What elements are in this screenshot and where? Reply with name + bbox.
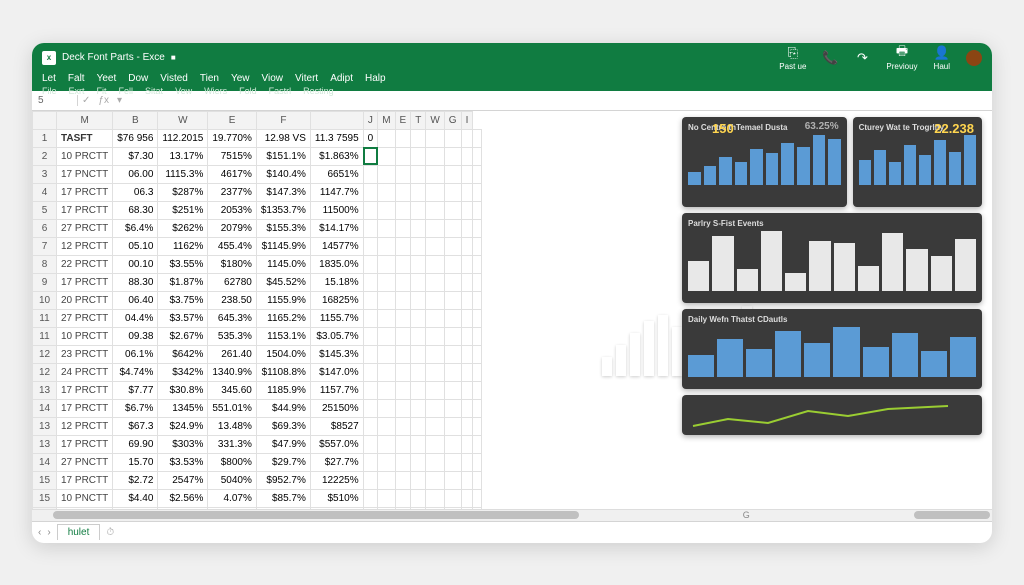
table-row: 1127 PRCTT04.4%$3.57%645.3%1165.2%1155.7… [33, 309, 482, 327]
app-icon: x [42, 51, 56, 65]
col-header[interactable] [33, 111, 57, 129]
titlebar: x Deck Font Parts - Exce ■ ⎘Past ue📞↷🖶Pr… [32, 43, 992, 91]
line-chart-icon [688, 401, 976, 431]
table-row: 1312 PRCTT$67.3$24.9%13.48%$69.3%$8527 [33, 417, 482, 435]
row-header[interactable]: 10 [33, 291, 57, 309]
sheet-tabs: ‹ › hulet ⏱ [32, 521, 992, 543]
col-header[interactable]: B [113, 111, 158, 129]
row-header[interactable]: 14 [33, 453, 57, 471]
row-header[interactable]: 9 [33, 273, 57, 291]
table-row: 1510 PNCTT$4.40$2.56%4.07%$85.7%$510% [33, 489, 482, 507]
col-header[interactable]: W [158, 111, 208, 129]
table-row: 712 PRCTT05.101162%455.4%$1145.9%14577% [33, 237, 482, 255]
table-row: 627 PRCTT$6.4%$262%2079%$155.3%$14.17% [33, 219, 482, 237]
table-row: 822 PRCTT00.10$3.55%$180%1145.0%1835.0% [33, 255, 482, 273]
table-row: 417 PRCTT06.3$287%2377%$147.3%1147.7% [33, 183, 482, 201]
chart-4[interactable]: Daily Wefn Thatst CDautls [682, 309, 982, 389]
menu-dow[interactable]: Dow [128, 73, 148, 84]
table-row: 1417 PRCTT$6.7%1345%551.01%$44.9%25150% [33, 399, 482, 417]
col-header[interactable]: M [57, 111, 113, 129]
name-box[interactable]: 5 [38, 95, 78, 106]
row-header[interactable]: 8 [33, 255, 57, 273]
sheet-nav-prev[interactable]: ‹ [38, 527, 41, 538]
row-header[interactable]: 12 [33, 363, 57, 381]
excel-window: x Deck Font Parts - Exce ■ ⎘Past ue📞↷🖶Pr… [32, 43, 992, 543]
row-header[interactable]: 2 [33, 147, 57, 165]
row-header[interactable]: 3 [33, 165, 57, 183]
row-header[interactable]: 13 [33, 417, 57, 435]
menu-adipt[interactable]: Adipt [330, 73, 353, 84]
col-header[interactable] [310, 111, 363, 129]
table-row: 1224 PRCTT$4.74%$342%1340.9%$1108.8%$147… [33, 363, 482, 381]
titlebar-action-1[interactable]: 📞 [822, 50, 838, 66]
row-header[interactable]: 11 [33, 327, 57, 345]
titlebar-action-4[interactable]: 👤Haul [934, 45, 950, 71]
row-header[interactable]: 1 [33, 129, 57, 147]
col-header[interactable]: W [426, 111, 444, 129]
table-row: 1427 PNCTT15.70$3.53%$800%$29.7%$27.7% [33, 453, 482, 471]
table-row: 1110 PRCTT09.38$2.67%535.3%1153.1%$3.05.… [33, 327, 482, 345]
document-title: Deck Font Parts - Exce [62, 52, 165, 63]
chart-panel: No Centre thTemael Dusta 150 63.25% Ctur… [682, 117, 982, 435]
user-avatar[interactable] [966, 50, 982, 66]
chart-3[interactable]: Parlry S-Fist Events [682, 213, 982, 303]
row-header[interactable]: 15 [33, 489, 57, 507]
row-header[interactable]: 7 [33, 237, 57, 255]
table-row: 1020 PRCTT06.40$3.75%238.501155.9%16825% [33, 291, 482, 309]
table-row: 1TASFT$76 956112.201519.770%12.98 VS11.3… [33, 129, 482, 147]
chart-2[interactable]: Cturey Wat te Trogrlity 22.238 [853, 117, 982, 207]
menu-yeet[interactable]: Yeet [97, 73, 117, 84]
table-row: 1223 PRCTT06.1%$642%261.401504.0%$145.3% [33, 345, 482, 363]
row-header[interactable]: 14 [33, 399, 57, 417]
row-header[interactable]: 15 [33, 471, 57, 489]
table-row: 210 PRCTT$7.3013.17%7515%$151.1%$1.863% [33, 147, 482, 165]
col-header[interactable]: E [208, 111, 256, 129]
menu-let[interactable]: Let [42, 73, 56, 84]
row-header[interactable]: 12 [33, 345, 57, 363]
formula-bar: 5 ✓ƒx▾ [32, 91, 992, 111]
workspace: MBWEFJMETWGI1TASFT$76 956112.201519.770%… [32, 111, 992, 509]
chart-5[interactable] [682, 395, 982, 435]
sheet-nav-next[interactable]: › [47, 527, 50, 538]
menu-halp[interactable]: Halp [365, 73, 386, 84]
table-row: 317 PNCTT06.001115.3%4617%$140.4%6651% [33, 165, 482, 183]
table-row: 1327 PNCTT$9.50$247%$71.4%$60.7%$4553% [33, 507, 482, 509]
row-header[interactable]: 13 [33, 381, 57, 399]
row-header[interactable]: 6 [33, 219, 57, 237]
menu-viow[interactable]: Viow [262, 73, 284, 84]
row-header[interactable]: 4 [33, 183, 57, 201]
table-row: 1317 PRCTT69.90$303%331.3%$47.9%$557.0% [33, 435, 482, 453]
titlebar-action-2[interactable]: ↷ [854, 50, 870, 66]
col-header[interactable]: G [444, 111, 461, 129]
sheet-tab-active[interactable]: hulet [57, 524, 101, 540]
row-header[interactable]: 13 [33, 435, 57, 453]
menu-vitert[interactable]: Vitert [295, 73, 318, 84]
col-header[interactable]: F [256, 111, 310, 129]
table-row: 517 PRCTT68.30$251%2053%$1353.7%11500% [33, 201, 482, 219]
titlebar-action-3[interactable]: 🖶Previouy [886, 45, 917, 71]
row-header[interactable]: 11 [33, 309, 57, 327]
col-header[interactable]: T [411, 111, 426, 129]
menu-bar-1: Let Falt Yeet Dow Visted Tien Yew Viow Vitert Adi… [42, 73, 982, 84]
table-row: 1317 PRCTT$7.77$30.8%345.601185.9%1157.7… [33, 381, 482, 399]
titlebar-action-0[interactable]: ⎘Past ue [779, 45, 806, 71]
horizontal-scrollbar[interactable]: G [32, 509, 992, 521]
col-header[interactable]: I [461, 111, 473, 129]
row-header[interactable]: 13 [33, 507, 57, 509]
table-row: 1517 PRCTT$2.722547%5040%$952.7%12225% [33, 471, 482, 489]
menu-falt[interactable]: Falt [68, 73, 85, 84]
col-header[interactable]: J [363, 111, 378, 129]
menu-tien[interactable]: Tien [200, 73, 219, 84]
row-header[interactable]: 5 [33, 201, 57, 219]
table-row: 917 PRCTT88.30$1.87%62780$45.52%15.18% [33, 273, 482, 291]
menu-yew[interactable]: Yew [231, 73, 250, 84]
time-indicator: ⏱ [106, 527, 114, 538]
chart-1[interactable]: No Centre thTemael Dusta 150 63.25% [682, 117, 847, 207]
menu-visted[interactable]: Visted [160, 73, 188, 84]
col-header[interactable]: E [395, 111, 411, 129]
col-header[interactable]: M [378, 111, 395, 129]
